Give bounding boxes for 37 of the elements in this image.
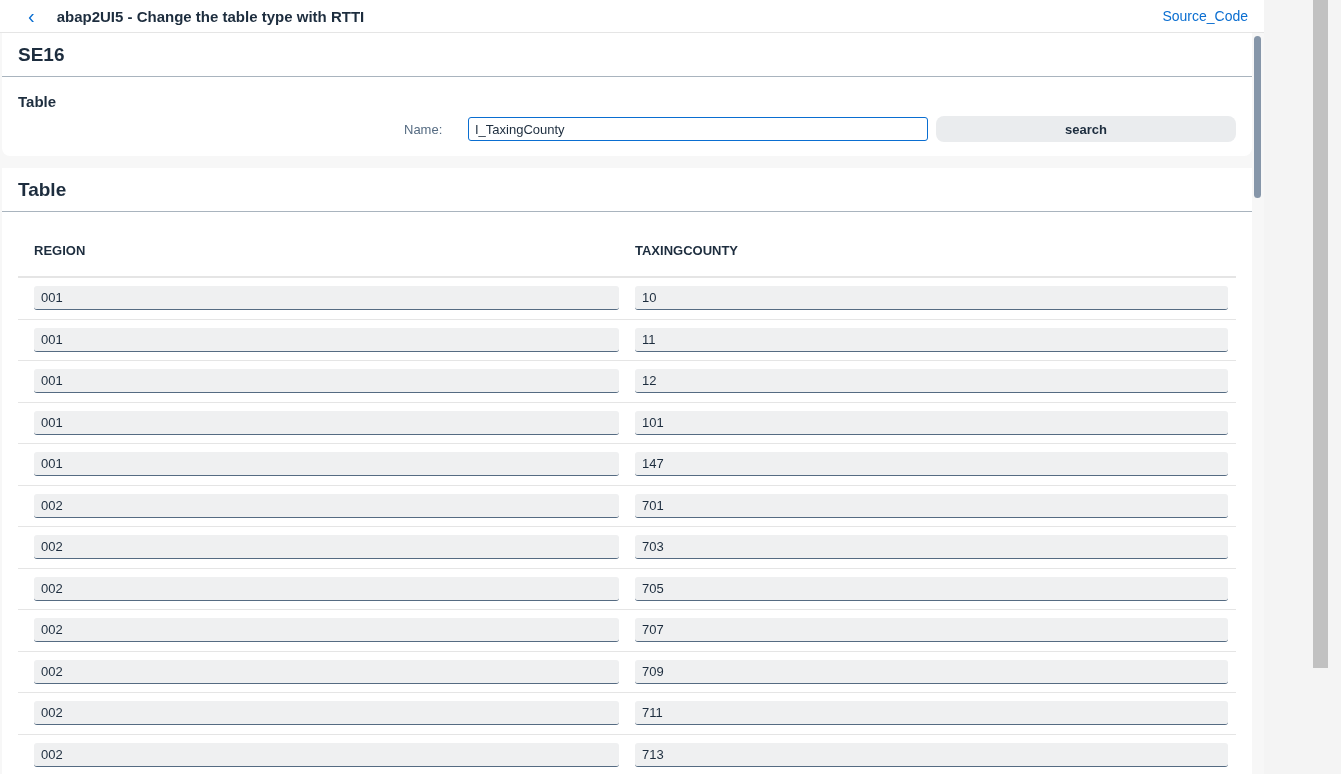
cell-input-field[interactable]: 703: [635, 535, 1228, 560]
column-header: REGION: [34, 243, 86, 258]
source-code-link[interactable]: Source_Code: [1162, 8, 1248, 24]
cell-input-field[interactable]: 147: [635, 452, 1228, 477]
cell-input-field[interactable]: 002: [34, 535, 619, 560]
cell-input-field[interactable]: 707: [635, 618, 1228, 643]
cell-input-field[interactable]: 10: [635, 286, 1228, 311]
cell-input-field[interactable]: 713: [635, 742, 1228, 767]
panel-title: SE16: [18, 43, 65, 66]
cell-input-field[interactable]: 11: [635, 327, 1228, 352]
cell-input-field[interactable]: 002: [34, 701, 619, 726]
page-title: abap2UI5 - Change the table type with RTTI: [56, 7, 365, 25]
cell-input-field[interactable]: 001: [34, 369, 619, 394]
section-title: Table: [18, 93, 58, 110]
cell-input-field[interactable]: 001: [34, 286, 619, 311]
cell-input-field[interactable]: 001: [34, 452, 619, 477]
back-button[interactable]: ‹: [22, 4, 41, 28]
cell-input-field[interactable]: 12: [635, 369, 1228, 394]
column-header: TAXINGCOUNTY: [635, 243, 739, 258]
cell-input-field[interactable]: 101: [635, 410, 1228, 435]
search-button[interactable]: search: [936, 116, 1236, 142]
cell-input-field[interactable]: 705: [635, 576, 1228, 601]
name-label: Name:: [404, 121, 444, 137]
cell-input-field[interactable]: 002: [34, 742, 619, 767]
page-scrollbar[interactable]: [1313, 0, 1328, 668]
cell-input-field[interactable]: 002: [34, 659, 619, 684]
table-title: Table: [18, 178, 67, 201]
cell-input-field[interactable]: 001: [34, 410, 619, 435]
cell-input-field[interactable]: 002: [34, 493, 619, 518]
scrollbar[interactable]: [1254, 36, 1261, 198]
cell-input-field[interactable]: 711: [635, 701, 1228, 726]
cell-input-field[interactable]: 701: [635, 493, 1228, 518]
name-input-field[interactable]: I_TaxingCounty: [468, 117, 928, 141]
cell-input-field[interactable]: 002: [34, 576, 619, 601]
cell-input-field[interactable]: 002: [34, 618, 619, 643]
cell-input-field[interactable]: 709: [635, 659, 1228, 684]
cell-input-field[interactable]: 001: [34, 327, 619, 352]
